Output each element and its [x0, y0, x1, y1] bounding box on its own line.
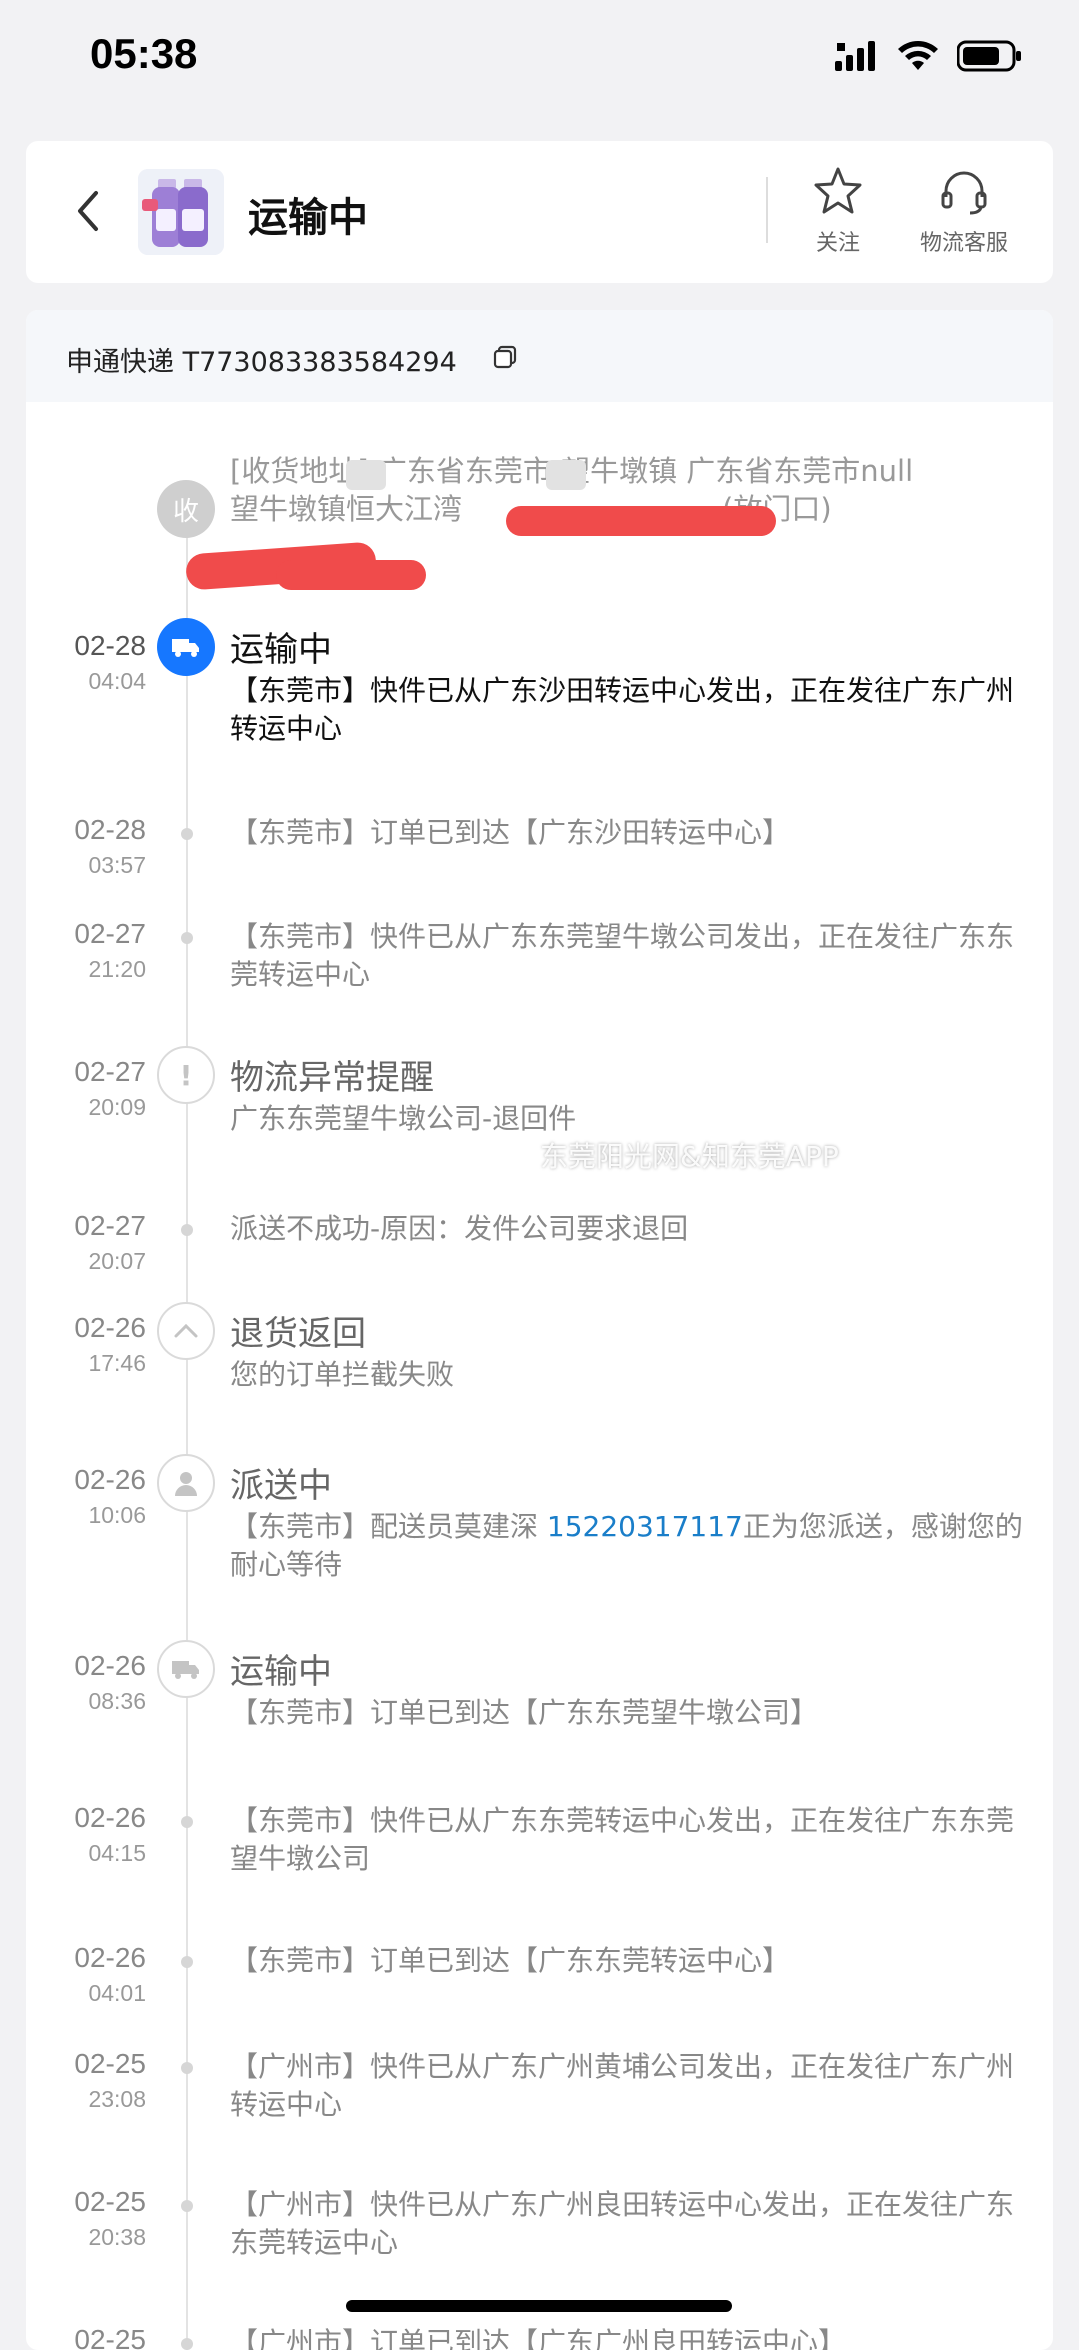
event-time: 23:08 [88, 2086, 146, 2112]
event-time: 08:36 [88, 1688, 146, 1714]
event-date: 02-28 [74, 814, 146, 845]
headset-icon [941, 171, 987, 215]
header-divider [766, 177, 768, 243]
event-time: 20:09 [88, 1094, 146, 1120]
event-desc: 【东莞市】快件已从广东东莞望牛墩公司发出，正在发往广东东莞转运中心 [230, 920, 1015, 991]
header-card: 运输中 关注 物流客服 [26, 141, 1053, 283]
event-time: 17:46 [88, 1350, 146, 1376]
timeline-line [186, 510, 188, 2350]
event-date: 02-25 [74, 2186, 146, 2217]
timeline-dot [181, 932, 193, 944]
event-desc: 派送不成功-原因：发件公司要求退回 [230, 1212, 689, 1245]
event-date: 02-27 [74, 1210, 146, 1241]
timeline-dot [181, 2200, 193, 2212]
status-icons [835, 40, 1023, 72]
event-time: 20:07 [88, 1248, 146, 1274]
tracking-card: 申通快递 T773083383584294 收 [收货地址] 广东省东莞市 望牛… [26, 310, 1053, 2350]
event-date: 02-26 [74, 1942, 146, 1973]
event-title: 物流异常提醒 [230, 1058, 434, 1098]
event-date: 02-26 [74, 1464, 146, 1495]
courier-phone-link[interactable]: 15220317117 [547, 1510, 743, 1543]
timeline-dot [181, 828, 193, 840]
back-icon[interactable] [62, 183, 118, 239]
timeline-dot [181, 2062, 193, 2074]
event-desc: 【东莞市】快件已从广东沙田转运中心发出，正在发往广东广州转运中心 [230, 674, 1015, 745]
timeline-dot [181, 1956, 193, 1968]
courier-person-icon [157, 1454, 215, 1512]
event-time: 21:20 [88, 956, 146, 982]
event-date: 02-26 [74, 1802, 146, 1833]
event-time: 04:01 [88, 1980, 146, 2006]
timeline-dot [181, 1224, 193, 1236]
star-icon [814, 167, 862, 214]
tracking-number-bar: 申通快递 T773083383584294 [26, 310, 1053, 402]
battery-icon [957, 40, 1021, 72]
mouthwash-bottles-icon [138, 169, 224, 255]
event-desc: 【东莞市】订单已到达【广东东莞转运中心】 [230, 1944, 791, 1977]
event-date: 02-27 [74, 1056, 146, 1087]
status-bar: 05:38 [0, 0, 1079, 120]
tracking-number: 申通快递 T773083383584294 [66, 347, 457, 378]
event-desc: 广东东莞望牛墩公司-退回件 [230, 1102, 577, 1135]
event-desc: 【东莞市】订单已到达【广东东莞望牛墩公司】 [230, 1696, 819, 1729]
event-desc: 【广州市】订单已到达【广东广州良田转运中心】 [230, 2326, 847, 2350]
watermark: 东莞阳光网&知东莞APP [540, 1140, 839, 1173]
event-desc: 您的订单拦截失败 [230, 1358, 455, 1391]
event-time: 10:06 [88, 1502, 146, 1528]
truck-icon [157, 618, 215, 676]
event-title: 运输中 [230, 630, 332, 670]
warning-icon: ! [157, 1046, 215, 1104]
event-desc: 【广州市】快件已从广东广州黄埔公司发出，正在发往广东广州转运中心 [230, 2050, 1015, 2121]
event-date: 02-25 [74, 2324, 146, 2350]
event-desc: 【东莞市】订单已到达【广东沙田转运中心】 [230, 816, 791, 849]
address-line-2-start: 望牛墩镇恒大江湾 [230, 492, 463, 526]
event-time: 03:57 [88, 852, 146, 878]
event-date: 02-28 [74, 630, 146, 661]
receive-badge: 收 [157, 480, 215, 538]
event-date: 02-27 [74, 918, 146, 949]
redaction-smudge [546, 460, 586, 490]
timeline-dot [181, 2338, 193, 2350]
event-desc: 【广州市】快件已从广东广州良田转运中心发出，正在发往广东东莞转运中心 [230, 2188, 1015, 2259]
signal-icon [835, 41, 875, 71]
wifi-icon [898, 41, 938, 70]
return-arrow-icon [157, 1302, 215, 1360]
event-time: 20:38 [88, 2224, 146, 2250]
event-title: 运输中 [230, 1652, 332, 1692]
copy-icon[interactable] [492, 344, 518, 370]
page-title: 运输中 [248, 195, 368, 241]
event-time: 04:04 [88, 668, 146, 694]
event-date: 02-25 [74, 2048, 146, 2079]
redaction-smudge [346, 460, 386, 490]
truck-icon [157, 1640, 215, 1698]
home-indicator[interactable] [346, 2300, 732, 2312]
address-redaction [506, 506, 776, 536]
timeline-dot [181, 1816, 193, 1828]
event-date: 02-26 [74, 1312, 146, 1343]
customer-service-button[interactable]: 物流客服 [920, 163, 1008, 257]
event-desc: 【东莞市】配送员莫建深 15220317117正为您派送，感谢您的耐心等待 [230, 1508, 1030, 1584]
event-title: 派送中 [230, 1466, 332, 1506]
customer-service-label: 物流客服 [920, 231, 1009, 256]
follow-button[interactable]: 关注 [810, 163, 866, 257]
event-date: 02-26 [74, 1650, 146, 1681]
product-thumbnail[interactable] [138, 169, 224, 255]
event-time: 04:15 [88, 1840, 146, 1866]
event-desc: 【东莞市】快件已从广东东莞转运中心发出，正在发往广东东莞望牛墩公司 [230, 1804, 1015, 1875]
follow-label: 关注 [815, 231, 860, 256]
event-title: 退货返回 [230, 1314, 366, 1354]
event-desc-start: 【东莞市】配送员莫建深 [230, 1510, 547, 1543]
address-redaction [276, 560, 426, 590]
status-time: 05:38 [90, 30, 198, 77]
